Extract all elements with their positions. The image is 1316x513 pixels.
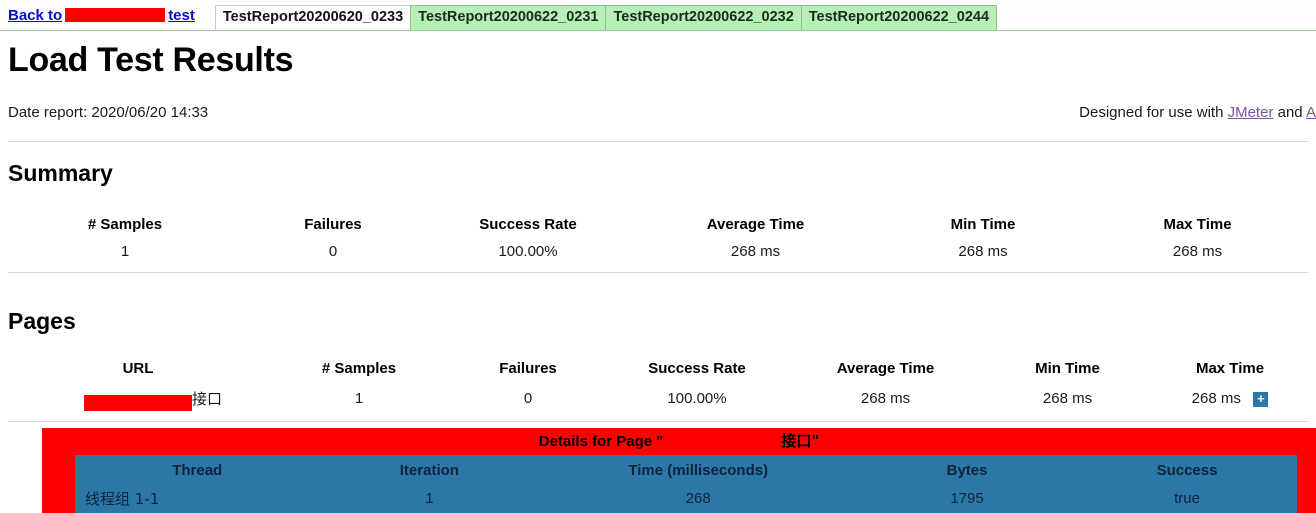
ant-link[interactable]: A: [1306, 104, 1316, 121]
tab-testreport20200622-0232[interactable]: TestReport20200622_0232: [605, 5, 802, 30]
summary-data-row: 1 0 100.00% 268 ms 268 ms 268 ms: [8, 243, 1308, 273]
jmeter-link[interactable]: JMeter: [1228, 104, 1274, 121]
pages-heading: Pages: [8, 308, 76, 334]
details-header-row: Thread Iteration Time (milliseconds) Byt…: [75, 455, 1297, 487]
tab-testreport20200620-0233[interactable]: TestReport20200620_0233: [214, 5, 412, 30]
summary-value-max-time: 268 ms: [1087, 243, 1308, 273]
pages-url-suffix: 接口: [191, 390, 222, 408]
details-data-row: 线程组 1-1 1 268 1795 true: [75, 487, 1297, 513]
details-col-success: Success: [1156, 462, 1218, 479]
details-table: Thread Iteration Time (milliseconds) Byt…: [75, 455, 1297, 513]
pages-value-failures: 0: [450, 388, 606, 422]
summary-col-failures: Failures: [304, 216, 362, 233]
tab-testreport20200622-0231[interactable]: TestReport20200622_0231: [410, 5, 607, 30]
details-value-success: true: [1174, 490, 1200, 507]
browser-tab-bar: Back to test TestReport20200620_0233 Tes…: [0, 0, 1316, 31]
summary-value-average-time: 268 ms: [632, 243, 879, 273]
summary-header-row: # Samples Failures Success Rate Average …: [8, 212, 1308, 243]
details-col-thread: Thread: [172, 462, 223, 479]
redaction-box-back-link: [65, 8, 166, 22]
details-value-thread: 线程组 1-1: [85, 490, 160, 508]
summary-col-min-time: Min Time: [950, 216, 1016, 233]
pages-value-samples: 1: [268, 388, 450, 422]
pages-col-average-time: Average Time: [836, 360, 935, 377]
details-title-prefix: Details for Page ": [538, 433, 664, 450]
redaction-box-details-title: [663, 435, 782, 449]
pages-value-min-time: 268 ms: [983, 388, 1152, 422]
summary-value-failures: 0: [242, 243, 424, 273]
designed-prefix: Designed for use with: [1079, 104, 1224, 121]
pages-table: URL # Samples Failures Success Rate Aver…: [8, 360, 1308, 422]
pages-value-max-time: 268 ms +: [1152, 388, 1308, 422]
pages-col-samples: # Samples: [321, 360, 397, 377]
pages-max-time-text: 268 ms: [1191, 390, 1241, 407]
tab-testreport20200622-0244[interactable]: TestReport20200622_0244: [800, 5, 998, 30]
divider-top: [8, 141, 1308, 142]
page-details-panel: Details for Page " 接口" Thread Iteration T…: [42, 428, 1316, 513]
expand-details-button[interactable]: +: [1253, 392, 1269, 407]
summary-col-samples: # Samples: [87, 216, 163, 233]
details-title-suffix: 接口": [781, 432, 820, 450]
redaction-box-url: [83, 395, 192, 412]
designed-mid: and: [1277, 104, 1303, 121]
summary-col-average-time: Average Time: [706, 216, 805, 233]
summary-col-max-time: Max Time: [1163, 216, 1232, 233]
summary-col-success-rate: Success Rate: [479, 216, 577, 233]
details-col-time: Time (milliseconds): [628, 462, 769, 479]
summary-table: # Samples Failures Success Rate Average …: [8, 212, 1308, 273]
back-to-test-link[interactable]: Back to test: [0, 6, 195, 30]
pages-col-url: URL: [122, 360, 154, 377]
pages-value-url: 接口: [8, 388, 268, 422]
pages-col-max-time: Max Time: [1195, 360, 1265, 377]
details-col-iteration: Iteration: [399, 462, 459, 479]
back-link-prefix: Back to: [8, 7, 63, 24]
summary-value-success-rate: 100.00%: [424, 243, 632, 273]
pages-header-row: URL # Samples Failures Success Rate Aver…: [8, 360, 1308, 388]
pages-data-row: 接口 1 0 100.00% 268 ms 268 ms 268 ms +: [8, 388, 1308, 422]
report-tab-list: TestReport20200620_0233 TestReport202006…: [214, 0, 998, 30]
date-report-label: Date report: 2020/06/20 14:33: [8, 104, 209, 121]
back-link-suffix: test: [168, 7, 195, 24]
report-meta-row: Date report: 2020/06/20 14:33 Designed f…: [0, 104, 1316, 131]
details-panel-title: Details for Page " 接口": [42, 428, 1316, 455]
load-test-results-page: Back to test TestReport20200620_0233 Tes…: [0, 0, 1316, 513]
summary-value-min-time: 268 ms: [879, 243, 1087, 273]
details-value-bytes: 1795: [950, 490, 984, 507]
summary-heading: Summary: [8, 160, 113, 186]
summary-value-samples: 1: [8, 243, 242, 273]
pages-col-min-time: Min Time: [1035, 360, 1100, 377]
details-value-iteration: 1: [425, 490, 434, 507]
designed-for-use-note: Designed for use with JMeter and A: [1079, 104, 1316, 121]
details-col-bytes: Bytes: [946, 462, 988, 479]
pages-col-success-rate: Success Rate: [648, 360, 746, 377]
details-value-time: 268: [685, 490, 711, 507]
pages-value-average-time: 268 ms: [788, 388, 983, 422]
page-title: Load Test Results: [8, 41, 294, 79]
pages-value-success-rate: 100.00%: [606, 388, 788, 422]
pages-col-failures: Failures: [499, 360, 557, 377]
